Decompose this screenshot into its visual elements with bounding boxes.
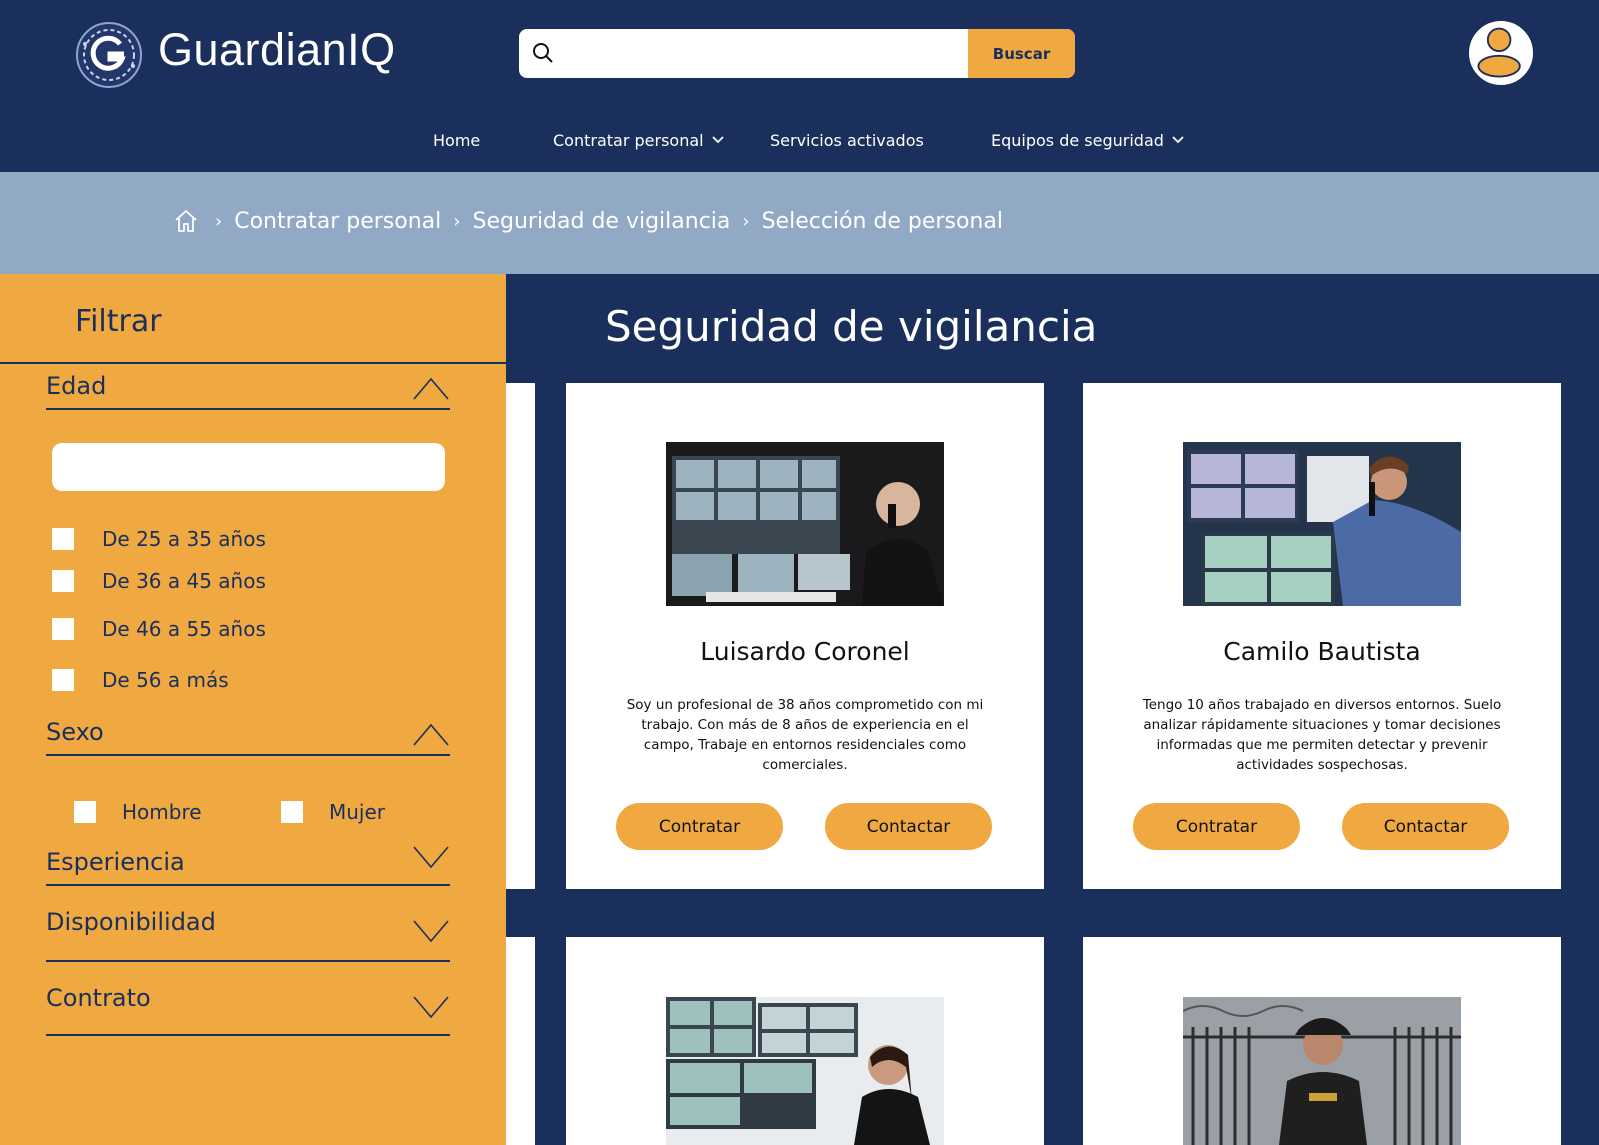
filter-section-edad[interactable]: Edad (46, 370, 450, 410)
hire-button[interactable]: Contratar (1133, 803, 1300, 850)
sex-option-mujer[interactable]: Mujer (281, 800, 385, 824)
filter-title: Filtrar (75, 304, 162, 339)
chevron-up-icon[interactable] (412, 722, 450, 748)
breadcrumb-bar: › Contratar personal › Seguridad de vigi… (0, 172, 1599, 274)
breadcrumb-separator: › (215, 210, 223, 232)
personnel-card (1083, 937, 1561, 1145)
search-icon (533, 43, 553, 63)
top-header: GuardianIQ Buscar Home Contratar persona… (0, 0, 1599, 172)
age-option-25-35[interactable]: De 25 a 35 años (52, 527, 266, 551)
filter-section-sexo[interactable]: Sexo (46, 714, 450, 756)
chevron-down-icon[interactable] (412, 844, 450, 870)
age-option-36-45[interactable]: De 36 a 45 años (52, 569, 266, 593)
card-photo (1183, 997, 1461, 1145)
chevron-down-icon (1172, 136, 1184, 144)
filter-section-esperiencia[interactable]: Esperiencia (46, 844, 450, 886)
home-icon[interactable] (173, 208, 199, 234)
personnel-card: Camilo Bautista Tengo 10 años trabajado … (1083, 383, 1561, 889)
checkbox[interactable] (52, 528, 74, 550)
search-input[interactable] (565, 29, 985, 78)
breadcrumb-item-seleccion-de-personal: Selección de personal (761, 208, 1003, 234)
card-name: Camilo Bautista (1223, 637, 1421, 666)
personnel-card: Luisardo Coronel Soy un profesional de 3… (566, 383, 1044, 889)
personnel-card (566, 937, 1044, 1145)
user-avatar[interactable] (1467, 19, 1535, 87)
user-icon (1477, 27, 1521, 78)
filter-section-disponibilidad[interactable]: Disponibilidad (46, 894, 450, 962)
filter-section-label: Esperiencia (46, 848, 185, 876)
chevron-down-icon (711, 136, 724, 144)
contact-button[interactable]: Contactar (1342, 803, 1509, 850)
filter-sidebar: Filtrar Edad De 25 a 35 años De 36 a 45 … (0, 274, 506, 1145)
search-button[interactable]: Buscar (968, 29, 1075, 78)
card-photo (666, 997, 944, 1145)
search-bar: Buscar (519, 29, 1075, 78)
guardianiq-logo-icon[interactable] (76, 22, 142, 88)
card-name: Luisardo Coronel (700, 637, 910, 666)
breadcrumb: › Contratar personal › Seguridad de vigi… (173, 208, 1003, 234)
filter-section-label: Disponibilidad (46, 908, 216, 936)
card-bio: Soy un profesional de 38 años comprometi… (626, 697, 984, 773)
chevron-up-icon[interactable] (412, 376, 450, 402)
filter-section-label: Edad (46, 372, 107, 400)
breadcrumb-item-contratar-personal[interactable]: Contratar personal (234, 209, 441, 234)
breadcrumb-separator: › (453, 210, 461, 232)
chevron-down-icon[interactable] (412, 918, 450, 944)
nav-item-contratar-personal[interactable]: Contratar personal (553, 128, 726, 152)
filter-section-label: Contrato (46, 984, 151, 1012)
sex-option-hombre[interactable]: Hombre (74, 800, 202, 824)
page-title: Seguridad de vigilancia (605, 302, 1098, 351)
nav-item-servicios-activados[interactable]: Servicios activados (770, 128, 924, 152)
card-photo (666, 442, 944, 606)
checkbox[interactable] (52, 669, 74, 691)
divider (0, 362, 506, 364)
contact-button[interactable]: Contactar (825, 803, 992, 850)
card-partial (506, 383, 535, 889)
card-bio: Tengo 10 años trabajado en diversos ento… (1142, 697, 1502, 773)
age-input[interactable] (52, 443, 445, 491)
chevron-down-icon[interactable] (412, 994, 450, 1020)
brand-name[interactable]: GuardianIQ (158, 24, 396, 76)
age-option-56-mas[interactable]: De 56 a más (52, 668, 229, 692)
checkbox[interactable] (52, 618, 74, 640)
checkbox[interactable] (281, 801, 303, 823)
filter-section-label: Sexo (46, 718, 104, 746)
age-option-46-55[interactable]: De 46 a 55 años (52, 617, 266, 641)
filter-section-contrato[interactable]: Contrato (46, 970, 450, 1036)
nav-item-equipos-de-seguridad[interactable]: Equipos de seguridad (991, 128, 1186, 152)
checkbox[interactable] (74, 801, 96, 823)
card-photo (1183, 442, 1461, 606)
breadcrumb-item-seguridad-de-vigilancia[interactable]: Seguridad de vigilancia (472, 209, 730, 234)
hire-button[interactable]: Contratar (616, 803, 783, 850)
nav-item-home[interactable]: Home (433, 128, 480, 152)
checkbox[interactable] (52, 570, 74, 592)
breadcrumb-separator: › (742, 210, 750, 232)
card-partial (506, 937, 535, 1145)
